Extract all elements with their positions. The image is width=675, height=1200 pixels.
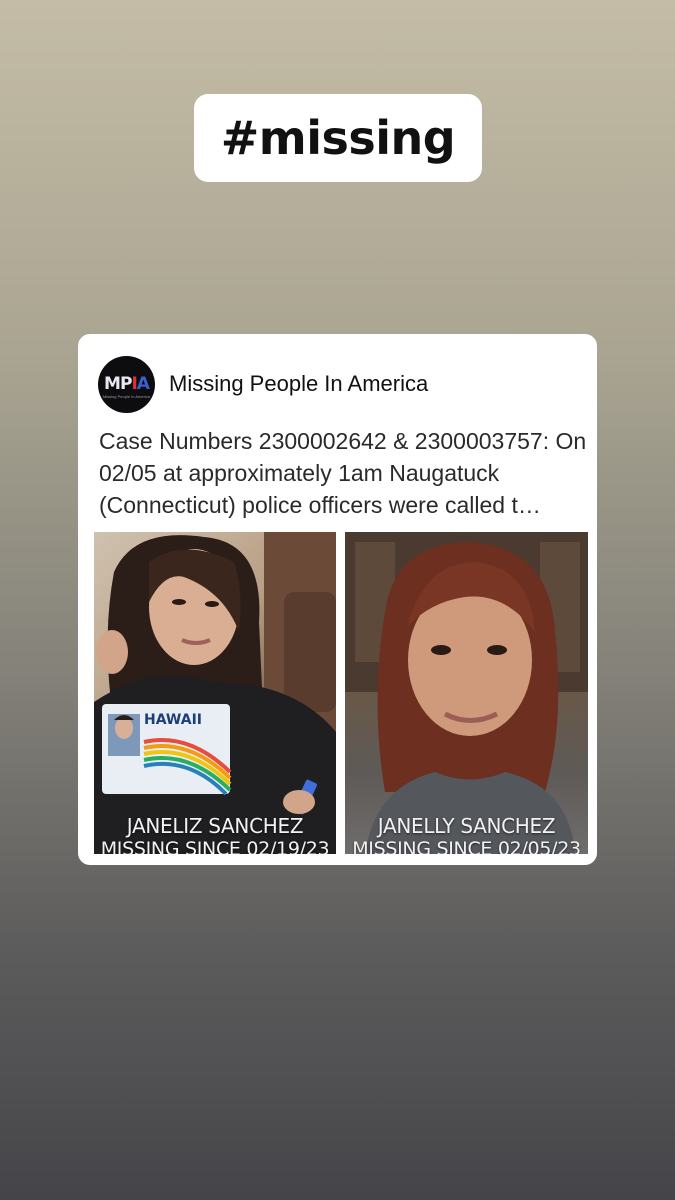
avatar-logo-subtext: Missing People In America xyxy=(102,393,151,399)
missing-person-photo-1[interactable]: HAWAII JANELIZ SANCHEZ MISSING SINCE 02/… xyxy=(94,532,336,854)
missing-person-photo-2[interactable]: JANELLY SANCHEZ MISSING SINCE 02/05/23 xyxy=(345,532,588,854)
person-name-caption: JANELIZ SANCHEZ xyxy=(126,814,304,838)
hashtag-text: #missing xyxy=(220,111,456,165)
page-name[interactable]: Missing People In America xyxy=(169,371,428,397)
person-name-caption: JANELLY SANCHEZ xyxy=(377,814,556,838)
post-header[interactable]: MPIA Missing People In America Missing P… xyxy=(98,355,428,413)
person-photo-illustration: HAWAII xyxy=(94,532,336,854)
missing-since-caption: MISSING SINCE 02/05/23 xyxy=(352,838,581,854)
shared-post-card[interactable]: MPIA Missing People In America Missing P… xyxy=(78,334,597,865)
missing-hashtag-sticker[interactable]: #missing xyxy=(194,94,482,182)
person-photo-illustration xyxy=(345,532,588,854)
avatar-logo-icon: MPIA xyxy=(104,374,150,394)
post-text[interactable]: Case Numbers 2300002642 & 2300003757: On… xyxy=(99,425,589,521)
missing-since-caption: MISSING SINCE 02/19/23 xyxy=(100,838,330,854)
page-avatar[interactable]: MPIA Missing People In America xyxy=(98,355,155,413)
id-card-text: HAWAII xyxy=(144,712,202,728)
